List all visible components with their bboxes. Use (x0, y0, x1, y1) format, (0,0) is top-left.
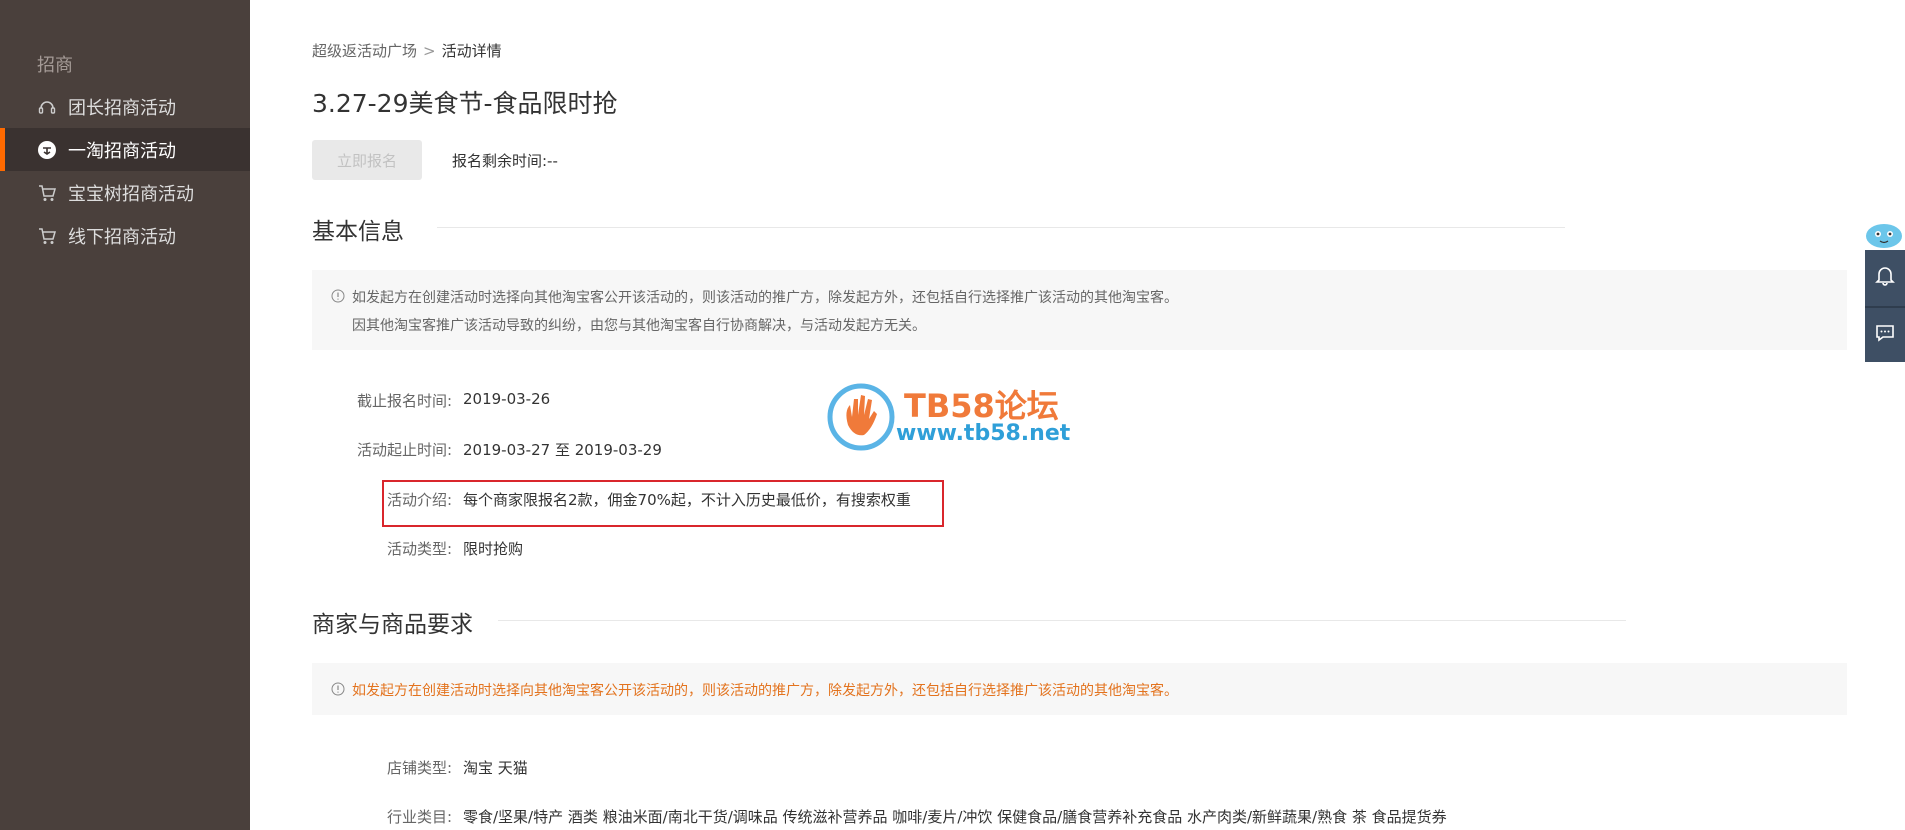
notice-box: 如发起方在创建活动时选择向其他淘宝客公开该活动的，则该活动的推广方，除发起方外，… (312, 663, 1847, 715)
field-label: 截止报名时间: (356, 392, 452, 410)
field-label: 活动起止时间: (356, 441, 452, 459)
notice-text: 因其他淘宝客推广该活动导致的纠纷，由您与其他淘宝客自行协商解决，与活动发起方无关… (352, 318, 926, 334)
divider (437, 227, 1565, 228)
sidebar-item-yitao-recruit[interactable]: 一淘招商活动 (0, 128, 250, 171)
signup-button[interactable]: 立即报名 (312, 140, 422, 180)
breadcrumb: 超级返活动广场 > 活动详情 (312, 40, 502, 61)
sidebar-item-label: 一淘招商活动 (68, 140, 176, 162)
field-value: 淘宝 天猫 (463, 759, 528, 777)
watermark-url: www.tb58.net (896, 421, 1071, 446)
floating-toolbar (1865, 250, 1905, 362)
notice-box: 如发起方在创建活动时选择向其他淘宝客公开该活动的，则该活动的推广方，除发起方外，… (312, 270, 1847, 350)
section-title-requirements: 商家与商品要求 (312, 612, 473, 638)
hand-logo-icon (827, 383, 895, 451)
sidebar-header: 招商 (37, 55, 73, 76)
notification-button[interactable] (1865, 250, 1905, 304)
breadcrumb-separator: > (423, 42, 436, 60)
info-icon (331, 682, 345, 696)
info-icon (331, 289, 345, 303)
mascot-icon[interactable] (1864, 220, 1904, 252)
field-value: 零食/坚果/特产 酒类 粮油米面/南北干货/调味品 传统滋补营养品 咖啡/麦片/… (463, 808, 1447, 826)
chat-button[interactable] (1865, 308, 1905, 362)
sidebar-item-offline-recruit[interactable]: 线下招商活动 (0, 214, 250, 257)
field-value: 2019-03-26 (463, 390, 551, 408)
headset-icon (36, 96, 58, 118)
sidebar-item-babytree-recruit[interactable]: 宝宝树招商活动 (0, 171, 250, 214)
field-label: 行业类目: (386, 808, 452, 826)
chat-icon (1874, 322, 1896, 348)
field-label: 活动类型: (386, 540, 452, 558)
section-title-basic-info: 基本信息 (312, 219, 404, 245)
sidebar-item-label: 团长招商活动 (68, 97, 176, 119)
bell-icon (1874, 264, 1896, 290)
page-title: 3.27-29美食节-食品限时抢 (312, 89, 618, 118)
breadcrumb-current: 活动详情 (441, 42, 502, 60)
notice-text: 如发起方在创建活动时选择向其他淘宝客公开该活动的，则该活动的推广方，除发起方外，… (352, 683, 1178, 699)
yitao-logo-icon (36, 139, 58, 161)
cart-icon (36, 182, 58, 204)
sidebar-item-label: 宝宝树招商活动 (68, 183, 194, 205)
field-value: 2019-03-27 至 2019-03-29 (463, 441, 662, 459)
watermark: TB58论坛 www.tb58.net (826, 381, 1086, 453)
breadcrumb-link[interactable]: 超级返活动广场 (312, 42, 417, 60)
sidebar: 招商 团长招商活动 一淘招商活动 宝宝树招商活动 线下招商活动 (0, 0, 250, 830)
sidebar-item-label: 线下招商活动 (68, 226, 176, 248)
notice-text: 如发起方在创建活动时选择向其他淘宝客公开该活动的，则该活动的推广方，除发起方外，… (352, 290, 1178, 306)
cart-icon (36, 225, 58, 247)
divider (498, 620, 1626, 621)
sidebar-item-leader-recruit[interactable]: 团长招商活动 (0, 85, 250, 128)
field-value: 限时抢购 (463, 540, 524, 558)
signup-remaining-time: 报名剩余时间:-- (452, 152, 558, 170)
field-label: 店铺类型: (386, 759, 452, 777)
highlight-box (382, 480, 944, 527)
